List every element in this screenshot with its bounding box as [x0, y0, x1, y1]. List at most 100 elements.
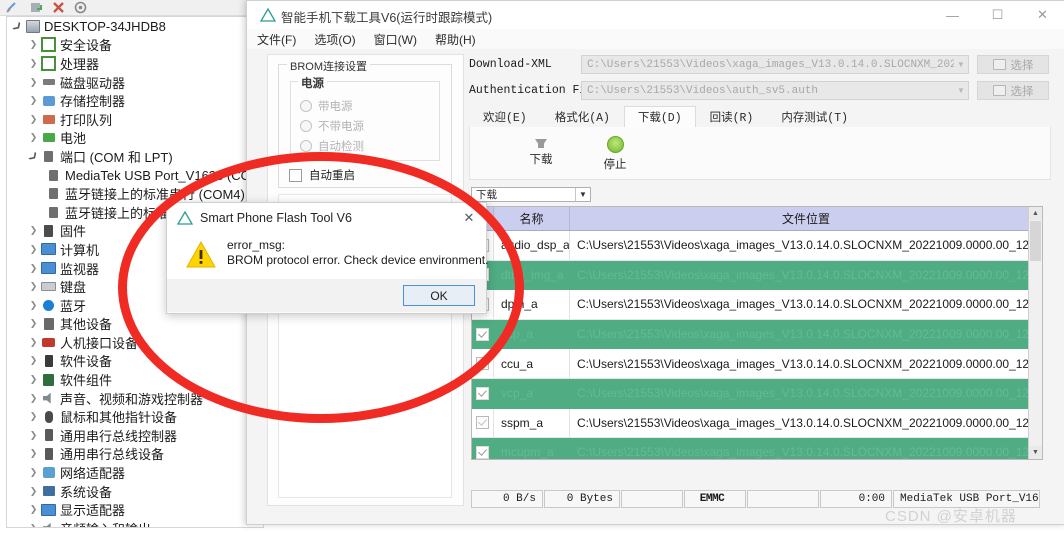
chevron-right-icon[interactable]: ❯: [27, 58, 40, 68]
tree-node-26[interactable]: ❯ 音频输入和输出: [7, 519, 263, 527]
update-driver-icon[interactable]: [30, 1, 43, 14]
row-checkbox-cell[interactable]: [472, 438, 494, 459]
chevron-right-icon[interactable]: ❯: [27, 375, 40, 384]
menu-bar[interactable]: 文件(F) 选项(O) 窗口(W) 帮助(H): [247, 29, 1064, 49]
scrollbar-thumb[interactable]: [1030, 221, 1041, 261]
chevron-right-icon[interactable]: ❯: [27, 96, 40, 105]
chevron-right-icon[interactable]: ❯: [27, 300, 40, 310]
tree-node-15[interactable]: ❯ 其他设备: [7, 315, 263, 334]
partition-table[interactable]: 名称 文件位置 audio_dsp_a C:\Users\21553\Videos…: [471, 206, 1043, 460]
chevron-right-icon[interactable]: ❯: [27, 449, 40, 458]
tree-node-17[interactable]: ❯ 软件设备: [7, 352, 263, 371]
stop-action-button[interactable]: 停止: [580, 132, 650, 172]
tree-node-18[interactable]: ❯ 软件组件: [7, 370, 263, 389]
table-row[interactable]: scp_a C:\Users\21553\Videos\xaga_images_V…: [472, 319, 1042, 350]
chevron-right-icon[interactable]: ❯: [27, 486, 40, 496]
radio-icon[interactable]: [300, 120, 312, 132]
table-row[interactable]: ccu_a C:\Users\21553\Videos\xaga_images_V…: [472, 349, 1042, 379]
maximize-button[interactable]: ☐: [975, 1, 1020, 29]
tree-node-2[interactable]: ❯ 磁盘驱动器: [7, 73, 263, 92]
menu-help[interactable]: 帮助(H): [435, 31, 476, 48]
tree-node-24[interactable]: ❯ 系统设备: [7, 482, 263, 501]
tree-node-20[interactable]: ❯ 鼠标和其他指针设备: [7, 407, 263, 426]
chevron-right-icon[interactable]: ❯: [27, 412, 40, 421]
download-xml-choose-button[interactable]: 选择: [977, 55, 1049, 74]
table-row[interactable]: dpm_a C:\Users\21553\Videos\xaga_images_V…: [472, 290, 1042, 320]
table-body[interactable]: audio_dsp_a C:\Users\21553\Videos\xaga_im…: [472, 231, 1042, 459]
table-row[interactable]: dtbo_img_a C:\Users\21553\Videos\xaga_ima…: [472, 260, 1042, 291]
tab-1[interactable]: 格式化(A): [541, 106, 624, 127]
chevron-down-icon[interactable]: ▼: [954, 86, 968, 95]
table-row[interactable]: sspm_a C:\Users\21553\Videos\xaga_images_…: [472, 408, 1042, 439]
auth-file-choose-button[interactable]: 选择: [977, 81, 1049, 100]
row-checkbox-cell[interactable]: [472, 378, 494, 408]
tree-node-16[interactable]: ❯ 人机接口设备: [7, 333, 263, 352]
menu-file[interactable]: 文件(F): [257, 31, 296, 48]
chevron-right-icon[interactable]: ❯: [27, 263, 40, 273]
checkbox-icon[interactable]: [476, 386, 489, 400]
tab-2[interactable]: 下载(D): [623, 106, 696, 128]
chevron-right-icon[interactable]: ❯: [27, 226, 40, 235]
uninstall-device-icon[interactable]: [52, 1, 65, 14]
chevron-right-icon[interactable]: ❯: [27, 77, 40, 87]
tree-node-19[interactable]: ❯ 声音、视频和游戏控制器: [7, 389, 263, 408]
chevron-right-icon[interactable]: ❯: [27, 244, 40, 254]
chevron-right-icon[interactable]: ❯: [27, 468, 40, 477]
disable-device-icon[interactable]: [74, 1, 87, 14]
row-checkbox-cell[interactable]: [472, 408, 494, 438]
download-action-button[interactable]: 下载: [506, 132, 576, 167]
chevron-right-icon[interactable]: ❯: [27, 337, 40, 347]
dialog-close-icon[interactable]: ✕: [460, 209, 478, 227]
tab-4[interactable]: 内存测试(T): [767, 106, 862, 127]
menu-options[interactable]: 选项(O): [314, 31, 355, 48]
radio-icon[interactable]: [300, 140, 312, 152]
table-row[interactable]: audio_dsp_a C:\Users\21553\Videos\xaga_im…: [472, 231, 1042, 261]
chevron-down-icon[interactable]: ▼: [954, 60, 968, 69]
tree-node-25[interactable]: ❯ 显示适配器: [7, 500, 263, 519]
radio-icon[interactable]: [300, 100, 312, 112]
tree-node-23[interactable]: ❯ 网络适配器: [7, 463, 263, 482]
auto-reboot-checkbox[interactable]: 自动重启: [289, 167, 355, 183]
tree-node-1[interactable]: ❯ 处理器: [7, 54, 263, 73]
tree-node-22[interactable]: ❯ 通用串行总线设备: [7, 445, 263, 464]
radio-auto-detect[interactable]: 自动检测: [300, 138, 364, 154]
scan-hardware-icon[interactable]: [6, 1, 19, 14]
checkbox-icon[interactable]: [476, 416, 489, 430]
checkbox-icon[interactable]: [476, 357, 489, 371]
row-checkbox-cell[interactable]: [472, 349, 494, 378]
scroll-down-icon[interactable]: ▼: [1029, 446, 1042, 459]
tab-3[interactable]: 回读(R): [696, 106, 768, 127]
checkbox-icon[interactable]: [476, 445, 489, 459]
chevron-down-icon[interactable]: ❯: [10, 19, 26, 35]
tree-node-5[interactable]: ❯ 电池: [7, 129, 263, 148]
chevron-down-icon[interactable]: ▼: [575, 188, 590, 201]
tree-node-4[interactable]: ❯ 打印队列: [7, 110, 263, 129]
ok-button[interactable]: OK: [403, 285, 475, 306]
chevron-right-icon[interactable]: ❯: [27, 40, 40, 49]
radio-with-power[interactable]: 带电源: [300, 98, 353, 114]
tree-node-6[interactable]: ❯ 端口 (COM 和 LPT): [7, 147, 263, 166]
chevron-right-icon[interactable]: ❯: [27, 430, 40, 440]
tab-bar[interactable]: 欢迎(E) 格式化(A) 下载(D) 回读(R) 内存测试(T): [469, 106, 1049, 128]
tree-node-3[interactable]: ❯ 存储控制器: [7, 91, 263, 110]
chevron-right-icon[interactable]: ❯: [27, 505, 40, 514]
chevron-right-icon[interactable]: ❯: [27, 319, 40, 328]
chevron-right-icon[interactable]: ❯: [27, 393, 40, 403]
tree-node-21[interactable]: ❯ 通用串行总线控制器: [7, 426, 263, 445]
tree-root-node[interactable]: ❯ DESKTOP-34JHDB8: [7, 17, 263, 36]
radio-without-power[interactable]: 不带电源: [300, 118, 364, 134]
row-checkbox-cell[interactable]: [472, 319, 494, 349]
checkbox-icon[interactable]: [289, 168, 302, 182]
tree-node-8[interactable]: 蓝牙链接上的标准串行 (COM4): [7, 184, 263, 203]
table-row[interactable]: mcupm_a C:\Users\21553\Videos\xaga_images…: [472, 438, 1042, 459]
checkbox-icon[interactable]: [476, 327, 489, 341]
download-mode-combo[interactable]: 下载 ▼: [471, 187, 591, 202]
menu-window[interactable]: 窗口(W): [374, 31, 417, 48]
scroll-up-icon[interactable]: ▲: [1029, 207, 1042, 220]
chevron-right-icon[interactable]: ❯: [27, 356, 40, 365]
chevron-down-icon[interactable]: ❯: [26, 149, 42, 165]
chevron-right-icon[interactable]: ❯: [27, 282, 40, 291]
table-row[interactable]: vcp_a C:\Users\21553\Videos\xaga_images_V…: [472, 378, 1042, 409]
chevron-right-icon[interactable]: ❯: [27, 523, 40, 527]
close-button[interactable]: ✕: [1020, 1, 1064, 29]
